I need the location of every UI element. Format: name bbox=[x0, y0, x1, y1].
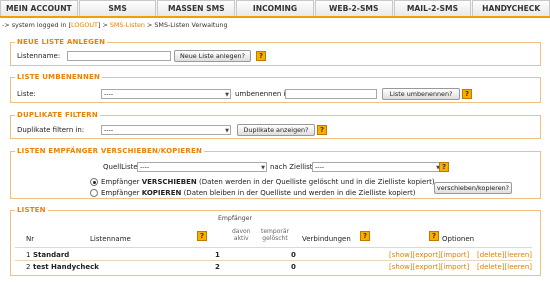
list-name-label: Listenname: bbox=[17, 52, 61, 60]
row-geloescht: 0 bbox=[291, 263, 296, 271]
row-actions-links[interactable]: [show][export][import] bbox=[389, 263, 469, 271]
new-list-section: NEUE LISTE ANLEGEN Listenname: Neue List… bbox=[10, 38, 541, 66]
header-nr: Nr bbox=[26, 235, 35, 243]
breadcrumb-prefix: -> system logged in [ bbox=[2, 21, 71, 29]
optionen-help-icon[interactable]: ? bbox=[429, 231, 439, 241]
move-copy-section: LISTEN EMPFÄNGER VERSCHIEBEN/KOPIEREN Qu… bbox=[10, 147, 541, 199]
source-list-select[interactable]: ---- ▼ bbox=[137, 162, 267, 172]
rename-list-legend: LISTE UMBENENNEN bbox=[15, 73, 103, 81]
new-list-help-icon[interactable]: ? bbox=[256, 51, 266, 61]
rename-list-section: LISTE UMBENENNEN Liste: ---- ▼ umbenenne… bbox=[10, 73, 541, 103]
rename-list-help-icon[interactable]: ? bbox=[462, 89, 472, 99]
row-listname: test Handycheck bbox=[33, 263, 99, 271]
tab-mein-account[interactable]: MEIN ACCOUNT bbox=[0, 0, 78, 16]
target-list-select[interactable]: ---- ▼ bbox=[312, 162, 442, 172]
tab-mail-2-sms[interactable]: MAIL-2-SMS bbox=[393, 0, 472, 16]
tab-incoming[interactable]: INCOMING bbox=[236, 0, 314, 16]
duplicates-label: Duplikate filtern in: bbox=[17, 126, 85, 134]
row-actions-links[interactable]: [show][export][import] bbox=[389, 251, 469, 259]
breadcrumb-sep: ] > bbox=[97, 21, 110, 29]
breadcrumb: -> system logged in [LOGOUT] > SMS-Liste… bbox=[2, 21, 228, 29]
row-delete-links[interactable]: [delete][leeren] bbox=[477, 263, 532, 271]
move-option-label: Empfänger VERSCHIEBEN (Daten werden in d… bbox=[101, 178, 435, 186]
table-divider bbox=[15, 260, 532, 261]
show-duplicates-button[interactable]: Duplikate anzeigen? bbox=[237, 124, 315, 136]
row-nr: 2 bbox=[26, 263, 31, 271]
move-radio[interactable] bbox=[90, 178, 98, 186]
chevron-down-icon: ▼ bbox=[225, 128, 229, 134]
tab-sms[interactable]: SMS bbox=[78, 0, 157, 16]
duplicates-legend: DUPLIKATE FILTERN bbox=[15, 111, 100, 119]
rename-list-select-value: ---- bbox=[104, 90, 114, 98]
source-list-select-value: ---- bbox=[140, 163, 150, 171]
new-list-legend: NEUE LISTE ANLEGEN bbox=[15, 38, 108, 46]
header-temporaer-geloescht: temporär gelöscht bbox=[261, 228, 289, 242]
header-empfaenger: Empfänger bbox=[218, 215, 253, 222]
empfaenger-help-icon[interactable]: ? bbox=[197, 231, 207, 241]
logout-link[interactable]: LOGOUT bbox=[71, 21, 98, 29]
chevron-down-icon: ▼ bbox=[261, 165, 265, 171]
header-verbindungen: Verbindungen bbox=[302, 235, 351, 243]
rename-to-input[interactable] bbox=[285, 89, 377, 99]
row-geloescht: 0 bbox=[291, 251, 296, 259]
chevron-down-icon: ▼ bbox=[225, 92, 229, 98]
move-copy-legend: LISTEN EMPFÄNGER VERSCHIEBEN/KOPIEREN bbox=[15, 147, 204, 155]
rename-list-label: Liste: bbox=[17, 90, 36, 98]
rename-list-select[interactable]: ---- ▼ bbox=[101, 89, 231, 99]
target-list-select-value: ---- bbox=[315, 163, 325, 171]
duplicates-select-value: ---- bbox=[104, 126, 114, 134]
table-divider bbox=[15, 247, 532, 248]
rename-to-label: umbenennen in: bbox=[235, 90, 293, 98]
header-optionen: Optionen bbox=[442, 235, 475, 243]
move-copy-button[interactable]: verschieben/kopieren? bbox=[434, 182, 512, 194]
verbindungen-help-icon[interactable]: ? bbox=[360, 231, 370, 241]
table-row: 2 test Handycheck 2 0 [show][export][imp… bbox=[26, 263, 532, 273]
breadcrumb-current: > SMS-Listen Verwaltung bbox=[144, 21, 228, 29]
main-nav: MEIN ACCOUNT SMS MASSEN SMS INCOMING WEB… bbox=[0, 0, 550, 18]
header-davon-aktiv: davon aktiv bbox=[232, 228, 251, 242]
create-list-button[interactable]: Neue Liste anlegen? bbox=[174, 50, 251, 62]
row-aktiv: 2 bbox=[215, 263, 220, 271]
move-copy-help-icon[interactable]: ? bbox=[439, 162, 449, 172]
rename-list-button[interactable]: Liste umbenennen? bbox=[382, 88, 460, 100]
copy-radio[interactable] bbox=[90, 189, 98, 197]
tab-massen-sms[interactable]: MASSEN SMS bbox=[157, 0, 236, 16]
copy-option-label: Empfänger KOPIEREN (Daten bleiben in der… bbox=[101, 189, 416, 197]
header-listenname: Listenname bbox=[90, 235, 131, 243]
tab-web-2-sms[interactable]: WEB-2-SMS bbox=[314, 0, 393, 16]
duplicates-section: DUPLIKATE FILTERN Duplikate filtern in: … bbox=[10, 111, 541, 139]
source-list-label: QuellListe: bbox=[103, 163, 141, 171]
row-nr: 1 bbox=[26, 251, 31, 259]
lists-legend: LISTEN bbox=[15, 206, 48, 214]
tab-handycheck[interactable]: HANDYCHECK bbox=[472, 0, 550, 16]
row-aktiv: 1 bbox=[215, 251, 220, 259]
breadcrumb-sms-listen[interactable]: SMS-Listen bbox=[110, 21, 145, 29]
duplicates-select[interactable]: ---- ▼ bbox=[101, 125, 231, 135]
duplicates-help-icon[interactable]: ? bbox=[317, 125, 327, 135]
row-listname: Standard bbox=[33, 251, 70, 259]
row-delete-links[interactable]: [delete][leeren] bbox=[477, 251, 532, 259]
list-name-input[interactable] bbox=[67, 51, 171, 61]
